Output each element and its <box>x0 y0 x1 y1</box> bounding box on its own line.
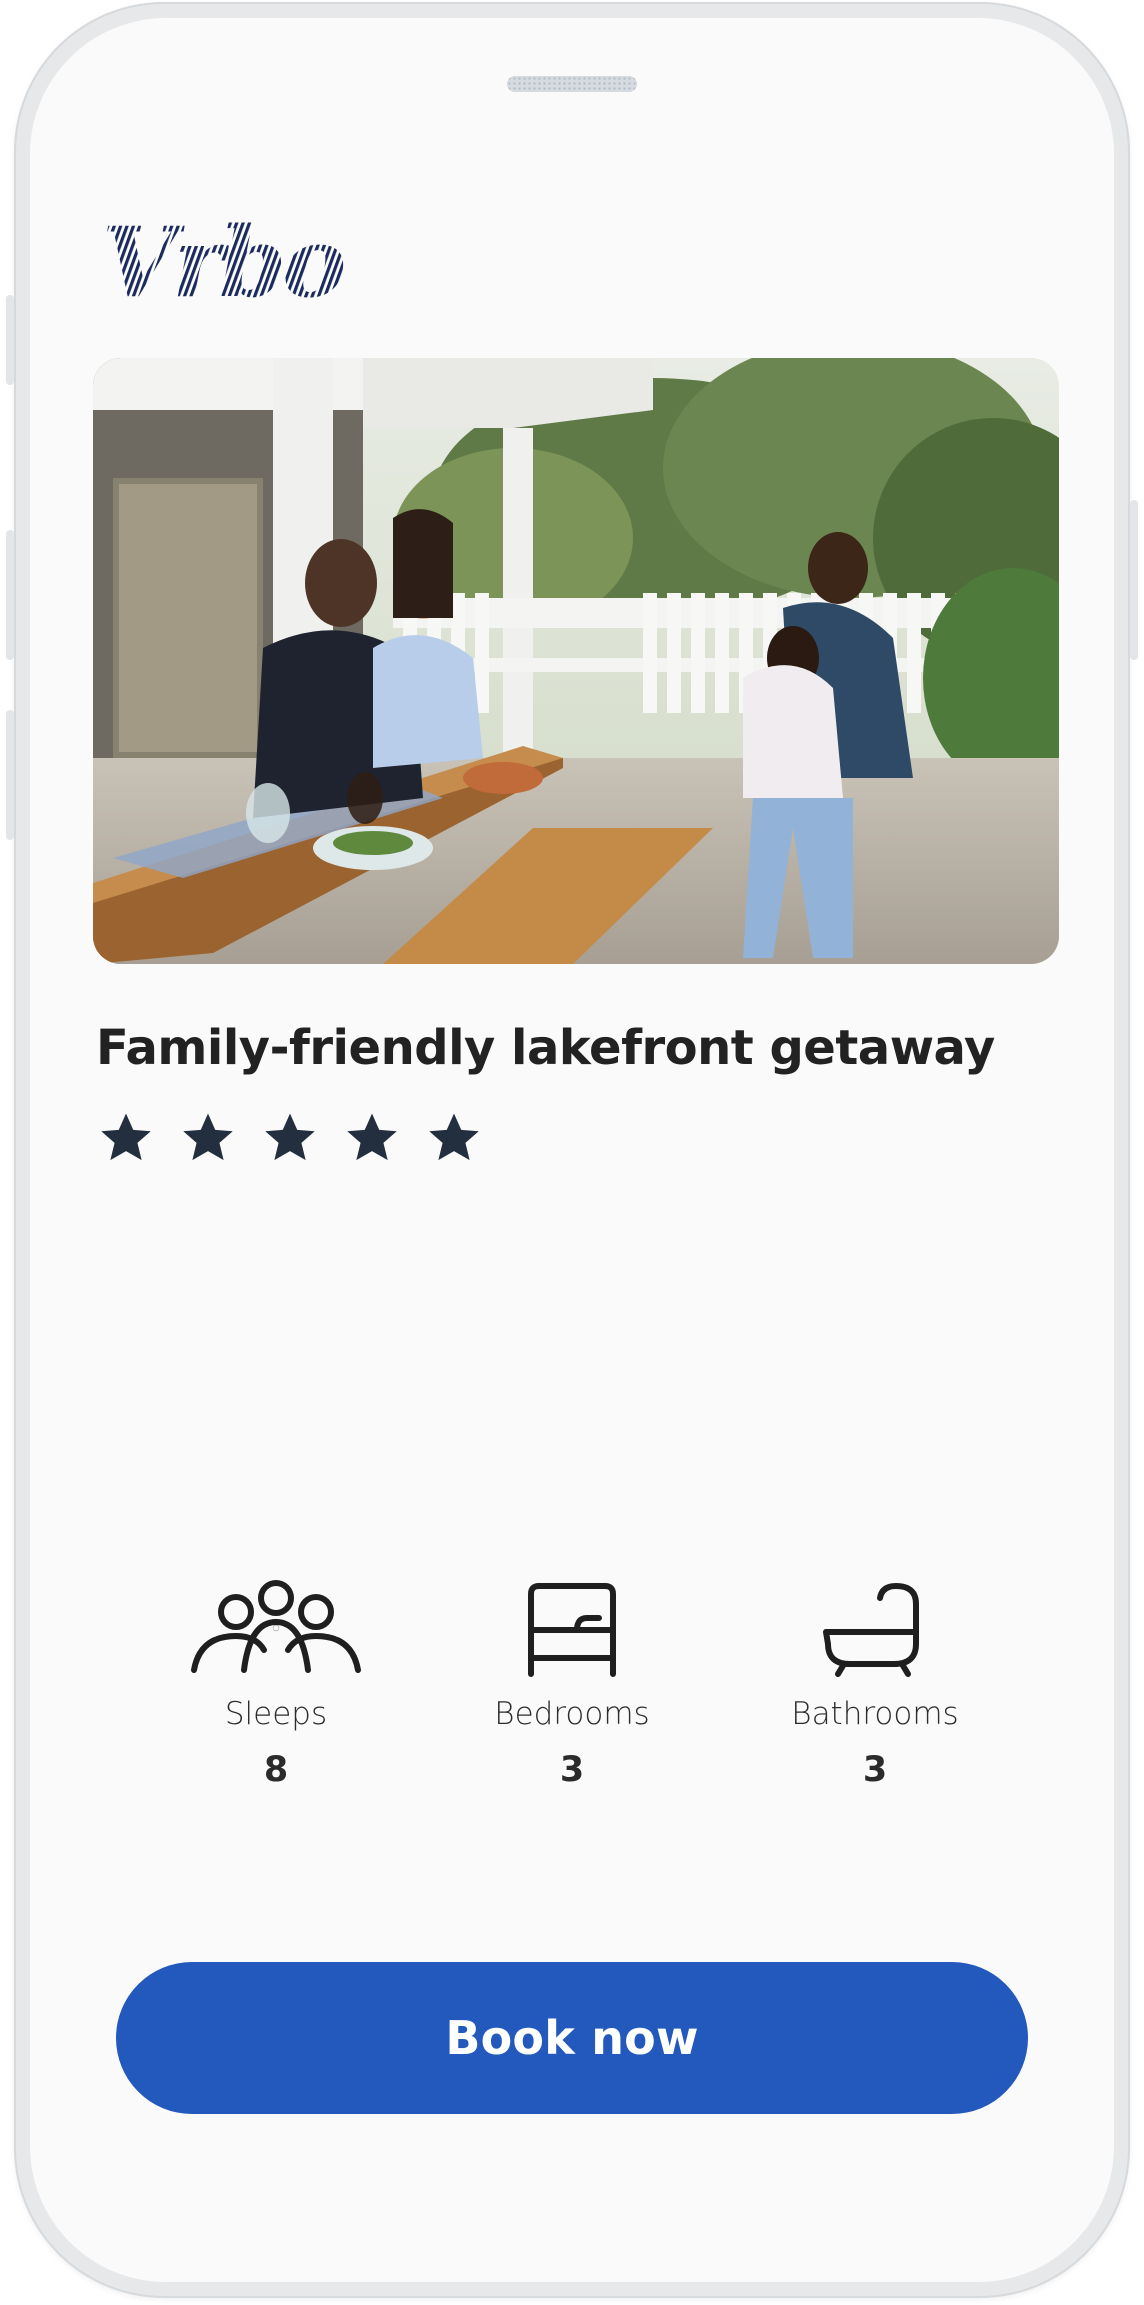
people-icon <box>146 1578 406 1678</box>
phone-speaker-grille <box>507 76 637 92</box>
vrbo-logo: Vrbo <box>100 206 370 319</box>
phone-screen: Vrbo Family-friendly lakefront getaway S… <box>30 18 1114 2282</box>
bathtub-icon <box>745 1578 1005 1678</box>
rating-stars <box>98 1110 482 1166</box>
amenity-sleeps: Sleeps 8 <box>146 1578 406 1790</box>
svg-text:Vrbo: Vrbo <box>102 208 343 318</box>
phone-volume-up-button <box>6 530 14 660</box>
bedrooms-value: 3 <box>559 1750 585 1790</box>
amenity-bedrooms: Bedrooms 3 <box>442 1578 702 1790</box>
sleeps-value: 8 <box>263 1750 289 1790</box>
star-icon <box>180 1110 236 1166</box>
bathrooms-label: Bathrooms <box>791 1696 959 1732</box>
star-icon <box>262 1110 318 1166</box>
star-icon <box>98 1110 154 1166</box>
bedrooms-label: Bedrooms <box>494 1696 650 1732</box>
phone-power-button <box>1130 500 1138 660</box>
star-icon <box>426 1110 482 1166</box>
amenity-bathrooms: Bathrooms 3 <box>745 1578 1005 1790</box>
book-now-button[interactable]: Book now <box>116 1962 1028 2114</box>
phone-silent-switch <box>6 295 14 385</box>
star-icon <box>344 1110 400 1166</box>
bathrooms-value: 3 <box>862 1750 888 1790</box>
phone-volume-down-button <box>6 710 14 840</box>
sleeps-label: Sleeps <box>224 1696 328 1732</box>
bed-icon <box>442 1578 702 1678</box>
listing-title: Family-friendly lakefront getaway <box>96 1020 995 1076</box>
listing-photo[interactable] <box>93 358 1059 964</box>
